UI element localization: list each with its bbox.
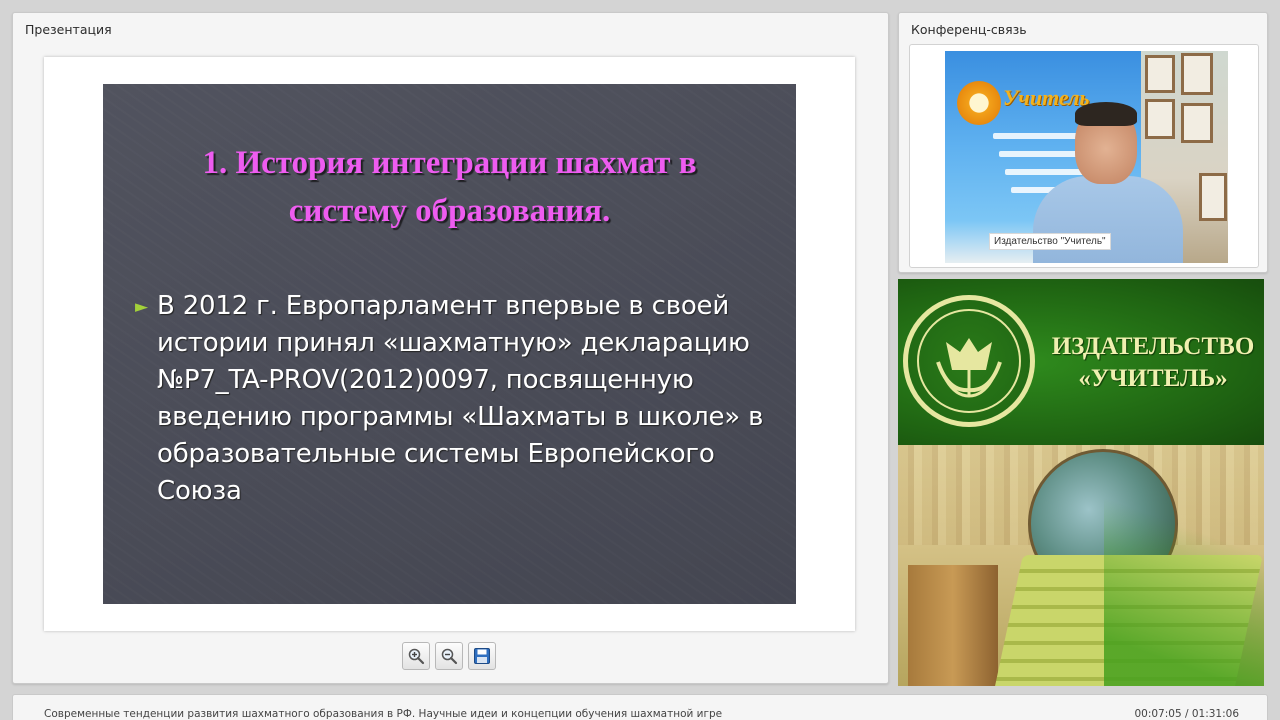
publisher-logo-icon: [903, 295, 1035, 427]
video-caption: Издательство "Учитель": [989, 233, 1111, 250]
banner-logo-icon: [957, 81, 1001, 125]
publisher-name: ИЗДАТЕЛЬСТВО «УЧИТЕЛЬ»: [1051, 333, 1255, 392]
slide: 1. История интеграции шахмат в систему о…: [103, 84, 796, 604]
zoom-in-button[interactable]: [402, 642, 430, 670]
slide-bullet-text: В 2012 г. Европарламент впервые в своей …: [157, 291, 764, 506]
playback-time: 00:07:05 / 01:31:06: [1134, 708, 1239, 720]
slide-toolbar: [402, 642, 496, 670]
presentation-panel-title: Презентация: [25, 22, 112, 37]
conference-panel-title: Конференц-связь: [911, 22, 1027, 37]
status-bar: Современные тенденции развития шахматног…: [12, 694, 1268, 720]
slide-title: 1. История интеграции шахмат в систему о…: [202, 145, 697, 229]
zoom-in-icon: [408, 648, 425, 665]
publisher-photo: [898, 445, 1264, 686]
bullet-arrow-icon: ►: [135, 297, 149, 317]
zoom-out-icon: [441, 648, 458, 665]
presentation-panel: Презентация 1. История интеграции шахмат…: [12, 12, 889, 684]
save-button[interactable]: [468, 642, 496, 670]
video-frame: Учитель Издательство "Учитель": [909, 44, 1259, 268]
save-icon: [474, 648, 490, 664]
publisher-banner: ИЗДАТЕЛЬСТВО «УЧИТЕЛЬ»: [898, 279, 1264, 686]
zoom-out-button[interactable]: [435, 642, 463, 670]
slide-bullet: ► В 2012 г. Европарламент впервые в свое…: [135, 288, 775, 510]
video-feed[interactable]: Учитель: [945, 51, 1228, 263]
webinar-title: Современные тенденции развития шахматног…: [44, 708, 723, 720]
publisher-header: ИЗДАТЕЛЬСТВО «УЧИТЕЛЬ»: [898, 279, 1264, 445]
slide-frame: 1. История интеграции шахмат в систему о…: [44, 57, 855, 631]
conference-panel: Конференц-связь Учитель Издательство "Уч…: [898, 12, 1268, 273]
